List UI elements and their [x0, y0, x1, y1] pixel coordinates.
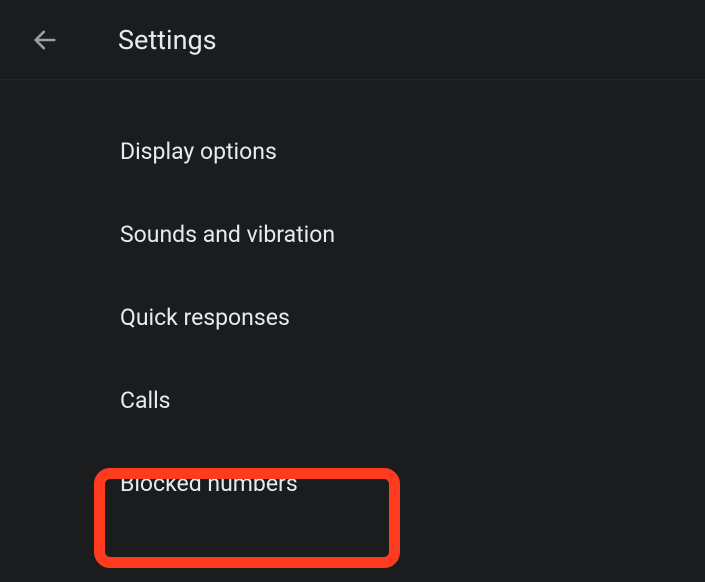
settings-item-label: Calls [120, 387, 171, 414]
settings-item-label: Display options [120, 138, 277, 165]
header: Settings [0, 0, 705, 80]
page-title: Settings [118, 24, 217, 56]
settings-item-label: Blocked numbers [120, 470, 298, 497]
settings-list: Display options Sounds and vibration Qui… [0, 80, 705, 525]
settings-item-calls[interactable]: Calls [0, 359, 705, 442]
settings-item-display-options[interactable]: Display options [0, 110, 705, 193]
settings-item-label: Sounds and vibration [120, 221, 335, 248]
settings-item-label: Quick responses [120, 304, 290, 331]
settings-item-quick-responses[interactable]: Quick responses [0, 276, 705, 359]
settings-item-blocked-numbers[interactable]: Blocked numbers [0, 442, 705, 525]
settings-item-sounds-vibration[interactable]: Sounds and vibration [0, 193, 705, 276]
back-icon[interactable] [30, 25, 60, 55]
